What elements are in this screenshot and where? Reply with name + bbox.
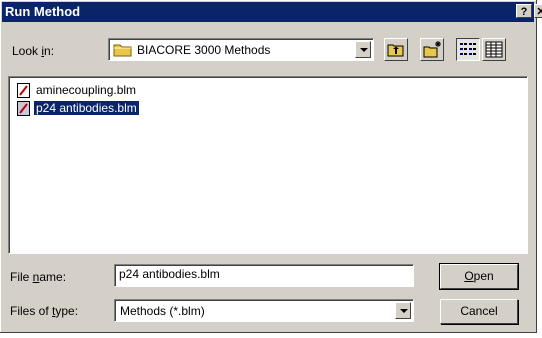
folder-icon <box>113 42 133 60</box>
window-title: Run Method <box>5 4 81 19</box>
open-button[interactable]: Open <box>439 263 519 290</box>
file-type-select[interactable]: Methods (*.blm) <box>114 299 414 322</box>
details-view-icon[interactable] <box>482 38 506 61</box>
method-file-icon <box>17 100 31 116</box>
up-one-level-icon[interactable] <box>384 38 408 61</box>
cancel-button[interactable]: Cancel <box>440 299 518 324</box>
file-list[interactable]: aminecoupling.blm p24 antibodies.blm <box>8 76 528 254</box>
run-method-dialog: Run Method ? ✕ Look in: BIACORE 3000 Met… <box>0 0 542 333</box>
help-button[interactable]: ? <box>516 4 532 18</box>
file-name-input[interactable]: p24 antibodies.blm <box>114 264 414 287</box>
list-view-icon[interactable] <box>456 38 480 61</box>
method-file-icon <box>17 82 31 98</box>
file-name-value: p24 antibodies.blm <box>119 267 220 281</box>
title-bar[interactable]: Run Method ? ✕ <box>2 2 542 22</box>
look-in-value: BIACORE 3000 Methods <box>137 43 271 57</box>
close-button[interactable]: ✕ <box>534 4 542 18</box>
list-item[interactable]: aminecoupling.blm <box>17 81 138 99</box>
file-type-value: Methods (*.blm) <box>120 304 205 318</box>
file-name-text: p24 antibodies.blm <box>34 101 139 115</box>
file-name-label: File name: <box>10 270 67 284</box>
look-in-label: Look in: <box>12 44 55 58</box>
create-new-folder-icon[interactable] <box>420 38 444 61</box>
file-type-label: Files of type: <box>10 304 79 318</box>
file-type-dropdown-icon[interactable] <box>395 302 411 319</box>
look-in-dropdown-icon[interactable] <box>355 41 371 58</box>
list-item[interactable]: p24 antibodies.blm <box>17 99 139 117</box>
file-name-text: aminecoupling.blm <box>36 83 137 97</box>
look-in-combo[interactable]: BIACORE 3000 Methods <box>108 38 374 61</box>
